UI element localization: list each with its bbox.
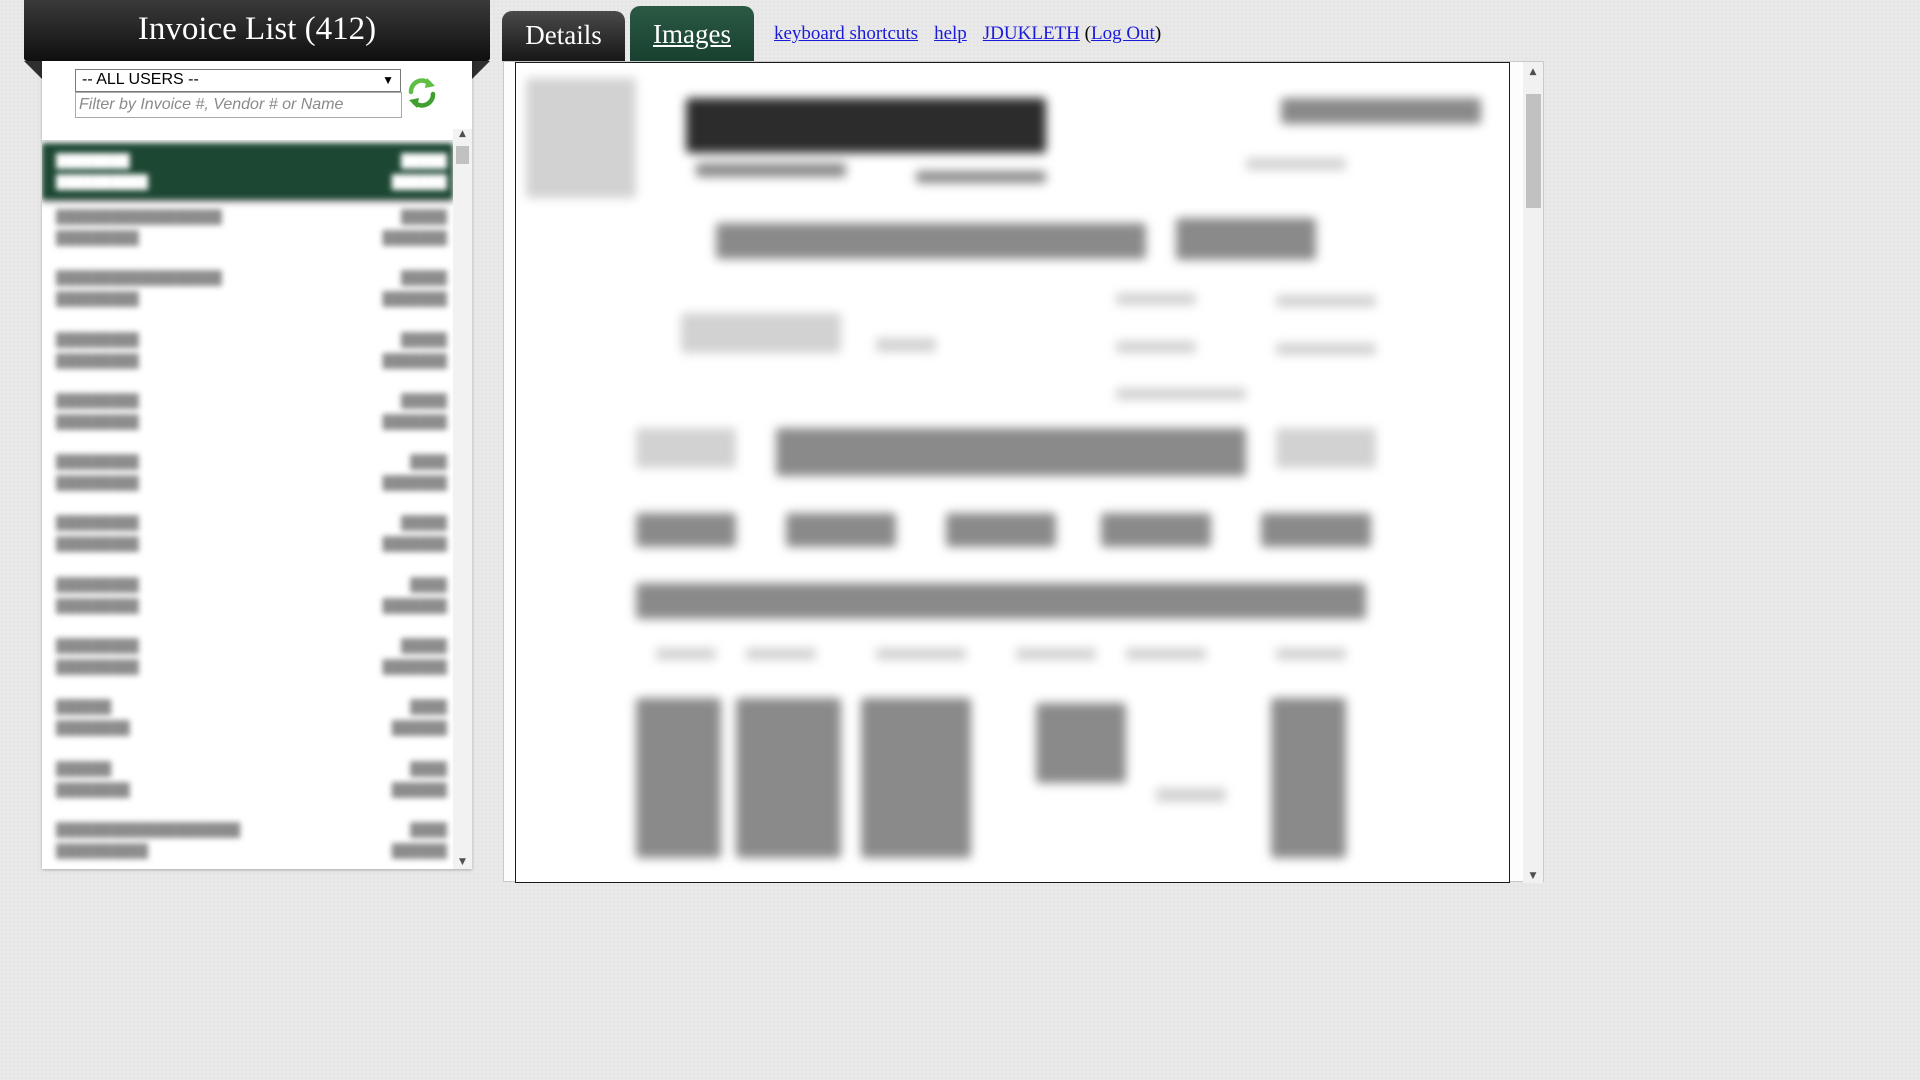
tab-details[interactable]: Details [502, 11, 625, 61]
user-filter-value: -- ALL USERS -- [82, 71, 199, 88]
invoice-row[interactable]: ████████████████████ ████ ██████████ █████… [42, 812, 453, 868]
invoice-row[interactable]: █████████ █████ █████████ ███████ [42, 383, 453, 444]
dropdown-arrow-icon: ▼ [382, 73, 394, 87]
scrollbar-thumb[interactable] [1526, 94, 1541, 208]
invoice-row[interactable]: █████████ █████ █████████ ███████ [42, 628, 453, 689]
tab-images[interactable]: Images [630, 6, 754, 61]
help-link[interactable]: help [934, 23, 967, 44]
blurred-document-content [516, 63, 1509, 882]
invoice-row[interactable]: ██████████████████ █████ █████████ ███████ [42, 199, 453, 260]
header-fold-left [24, 61, 42, 79]
logout-link[interactable]: Log Out [1091, 23, 1155, 44]
invoice-image-viewer: ▲ ▼ [503, 61, 1544, 883]
invoice-row[interactable]: ██████████████████ █████ █████████ ███████ [42, 260, 453, 321]
invoice-list-title: Invoice List (412) [24, 0, 490, 61]
scrollbar-thumb[interactable] [456, 146, 469, 164]
user-filter-select[interactable]: -- ALL USERS -- ▼ [75, 69, 401, 92]
scroll-down-icon[interactable]: ▼ [453, 857, 472, 867]
invoice-list-scrollbar[interactable]: ▲ ▼ [453, 129, 472, 869]
invoice-list-panel: Invoice List (412) -- ALL USERS -- ▼ ███… [24, 0, 490, 882]
scroll-down-icon[interactable]: ▼ [1523, 871, 1543, 881]
invoice-row[interactable]: █████████ ████ █████████ ███████ [42, 444, 453, 505]
refresh-icon[interactable] [404, 75, 440, 111]
invoice-row[interactable]: ██████ ████ ████████ ██████ [42, 689, 453, 750]
invoice-list: ████████ █████ ██████████ ██████ █████████… [42, 140, 453, 868]
user-link[interactable]: JDUKLETH [983, 23, 1080, 44]
scroll-up-icon[interactable]: ▲ [453, 129, 472, 139]
invoice-row[interactable]: █████████ █████ █████████ ███████ [42, 505, 453, 566]
invoice-row[interactable]: ██████ ████ ████████ ██████ [42, 751, 453, 812]
invoice-search-input[interactable] [75, 92, 402, 118]
scroll-up-icon[interactable]: ▲ [1523, 67, 1543, 77]
invoice-list-body: -- ALL USERS -- ▼ █████████████ ████████… [42, 61, 472, 869]
keyboard-shortcuts-link[interactable]: keyboard shortcuts [774, 23, 918, 44]
close-paren: ) [1154, 23, 1162, 44]
invoice-row[interactable]: █████████ ████ █████████ ███████ [42, 567, 453, 628]
header-fold-right [472, 61, 490, 79]
invoice-image [515, 62, 1510, 883]
top-links: keyboard shortcuts help JDUKLETH (Log Out) [774, 23, 1161, 45]
image-viewer-scrollbar[interactable]: ▲ ▼ [1523, 62, 1543, 883]
invoice-row[interactable]: █████████ █████ █████████ ███████ [42, 322, 453, 383]
invoice-row-selected[interactable]: ████████ █████ ██████████ ██████ [42, 143, 453, 199]
